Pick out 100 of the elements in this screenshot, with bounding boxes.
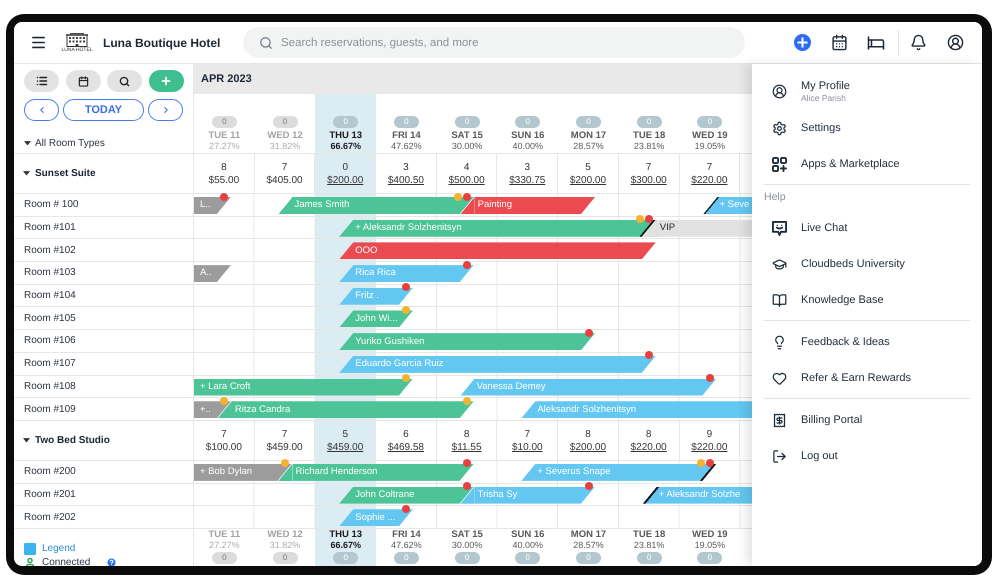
logout-icon <box>772 448 787 464</box>
menu-item[interactable]: Feedback & Ideas <box>764 324 970 360</box>
available-count: 5 <box>342 428 348 441</box>
rate-price[interactable]: $200.00 <box>570 440 606 454</box>
room-name: Room #202 <box>24 510 76 525</box>
rate-price[interactable]: $300.00 <box>630 174 667 187</box>
menu-item[interactable]: My Profile Alice Parish <box>764 73 970 110</box>
menu-item[interactable]: Refer & Earn Rewards <box>764 360 970 396</box>
room-name: Room #102 <box>24 244 76 258</box>
room-filter-label[interactable]: All Room Types <box>35 136 105 150</box>
caret-icon[interactable] <box>24 140 31 146</box>
menu-item[interactable]: Live Chat <box>764 210 970 246</box>
day-label: FRI 14 <box>392 130 421 141</box>
caret-icon[interactable] <box>23 438 30 443</box>
rate-price: $459.00 <box>266 440 303 454</box>
settings-icon <box>772 120 787 136</box>
menu-item[interactable]: Settings <box>764 110 970 146</box>
list-view-button[interactable] <box>24 70 59 92</box>
rate-price[interactable]: $330.75 <box>509 174 546 187</box>
day-label: WED 19 <box>692 528 728 540</box>
rate-price[interactable]: $200.00 <box>570 174 606 187</box>
rate-price[interactable]: $10.00 <box>512 440 543 454</box>
occupancy-percent: 27.27% <box>209 540 240 551</box>
rate-price: $100.00 <box>206 440 242 454</box>
menu-item[interactable]: Apps & Marketplace <box>764 146 970 182</box>
occupancy-percent: 47.62% <box>391 540 422 551</box>
available-count: 6 <box>403 428 409 441</box>
available-count: 8 <box>464 428 470 441</box>
calendar-view-button[interactable] <box>66 70 100 92</box>
day-label: TUE 18 <box>633 528 666 540</box>
room-name: Room #104 <box>24 289 76 304</box>
lightbulb-icon <box>772 334 787 350</box>
occupancy-percent: 66.67% <box>330 140 361 152</box>
rate-price[interactable]: $500.00 <box>448 174 485 187</box>
day-label: MON 17 <box>570 130 606 141</box>
day-label: TUE 11 <box>208 130 240 141</box>
connection-status: Connected <box>42 556 90 566</box>
rate-price[interactable]: $11.55 <box>452 440 482 454</box>
occupancy-percent: 66.67% <box>330 540 361 551</box>
rate-price[interactable]: $469.58 <box>388 440 424 454</box>
calendar-icon <box>78 76 88 86</box>
count-badge: 0 <box>394 552 419 564</box>
bell-icon[interactable] <box>910 34 927 51</box>
menu-item[interactable]: Knowledge Base <box>764 282 970 318</box>
search-icon <box>259 36 273 50</box>
today-button[interactable]: TODAY <box>63 99 144 121</box>
count-badge: 0 <box>394 116 419 128</box>
count-badge: 0 <box>697 116 722 128</box>
menu-item[interactable]: Billing Portal <box>764 402 970 438</box>
next-button[interactable] <box>148 99 183 121</box>
previous-button[interactable] <box>24 99 59 121</box>
hotel-name: Luna Boutique Hotel <box>103 34 220 52</box>
rate-price[interactable]: $220.00 <box>691 440 728 454</box>
room-type-name: Sunset Suite <box>35 167 96 181</box>
menu-item[interactable]: Cloudbeds University <box>764 246 970 282</box>
occupancy-percent: 19.05% <box>694 540 726 551</box>
user-circle-icon[interactable] <box>947 34 964 51</box>
rate-price[interactable]: $200.00 <box>327 174 364 187</box>
count-badge: 0 <box>697 552 722 564</box>
bed-icon[interactable] <box>867 34 885 52</box>
count-badge: 0 <box>576 116 601 128</box>
menu-icon[interactable] <box>30 34 47 51</box>
occupancy-percent: 30.00% <box>452 540 482 551</box>
rate-price[interactable]: $400.50 <box>388 174 424 187</box>
search-field[interactable]: Search reservations, guests, and more <box>243 27 745 58</box>
booking-bar[interactable]: Painting <box>474 197 596 214</box>
occupancy-percent: 40.00% <box>512 540 544 551</box>
occupancy-percent: 23.81% <box>634 540 664 551</box>
rate-price[interactable]: $459.00 <box>327 440 364 454</box>
count-badge: 0 <box>454 552 480 564</box>
room-name: Room # 100 <box>24 198 78 212</box>
rate-price[interactable]: $220.00 <box>691 174 728 187</box>
booking-bar[interactable]: VIP <box>656 220 752 237</box>
open-book-icon <box>772 292 787 308</box>
day-label: THU 13 <box>329 130 362 141</box>
available-count: 7 <box>282 428 288 441</box>
occupancy-percent: 28.57% <box>573 140 604 152</box>
count-badge: 0 <box>636 116 662 128</box>
caret-icon[interactable] <box>23 171 30 176</box>
rate-price[interactable]: $220.00 <box>630 440 667 454</box>
legend-link[interactable]: Legend <box>42 541 76 556</box>
room-name: Room #101 <box>24 221 76 236</box>
month-label: APR 2023 <box>201 72 252 87</box>
help-icon[interactable] <box>106 557 118 566</box>
calendar-icon[interactable] <box>831 34 848 51</box>
plus-circle-icon[interactable] <box>794 34 811 51</box>
search-icon <box>119 76 130 86</box>
menu-item[interactable]: Log out <box>764 438 970 474</box>
graduation-cap-icon <box>772 256 787 272</box>
available-count: 7 <box>282 161 288 174</box>
hotel-building-icon <box>66 32 88 46</box>
room-name: Room #105 <box>24 312 76 326</box>
room-name: Room #106 <box>24 334 76 348</box>
occupancy-percent: 30.00% <box>452 140 482 152</box>
count-badge: 0 <box>636 552 662 564</box>
booking-bar[interactable]: OOO <box>339 242 656 260</box>
room-name: Room #200 <box>24 465 76 480</box>
person-icon <box>24 556 36 566</box>
day-label: THU 13 <box>329 528 362 540</box>
search-button[interactable] <box>107 70 142 92</box>
